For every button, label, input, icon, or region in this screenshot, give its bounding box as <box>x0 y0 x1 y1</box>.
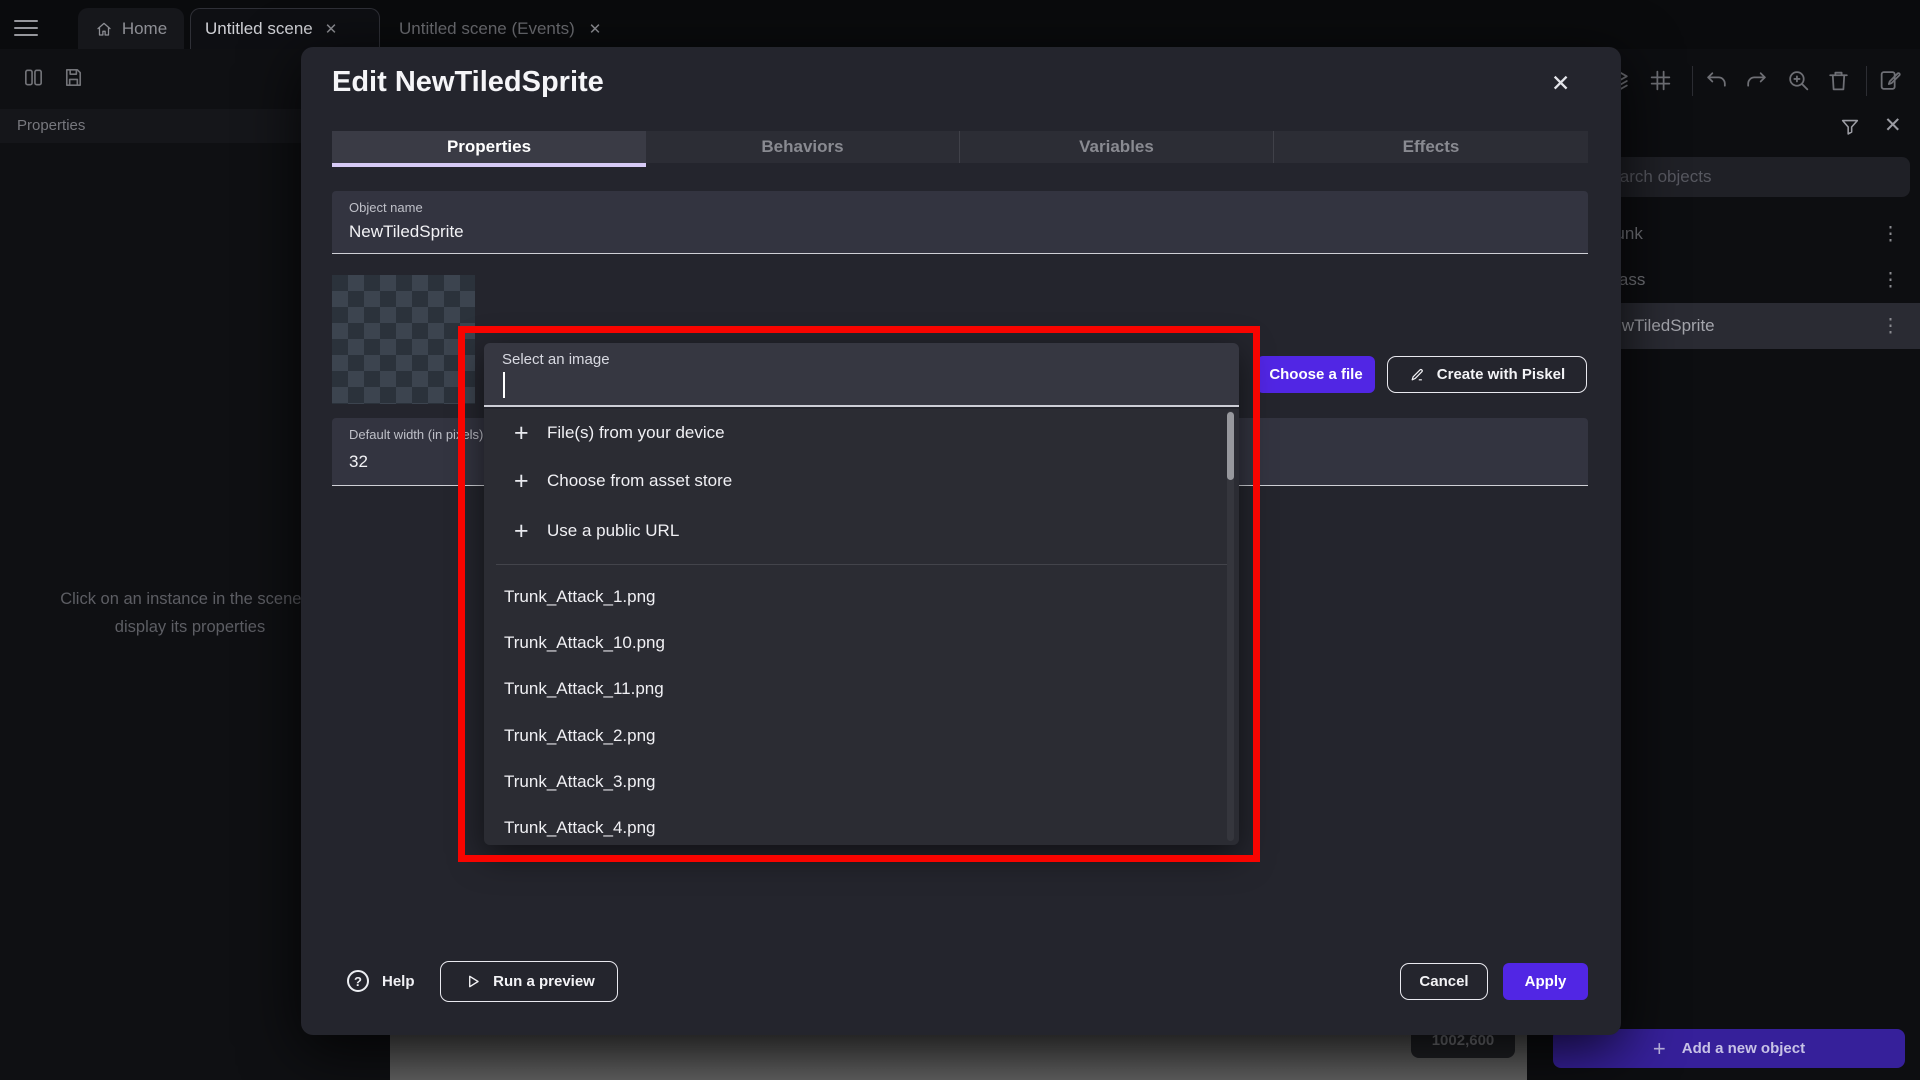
zoom-in-icon[interactable] <box>1786 68 1811 93</box>
file-option[interactable]: Trunk_Attack_11.png <box>504 670 1204 708</box>
text-caret <box>503 372 505 398</box>
dialog-tab-properties[interactable]: Properties <box>332 131 646 163</box>
sprite-thumbnail-placeholder <box>332 275 475 404</box>
tab-label: Untitled scene (Events) <box>399 19 575 39</box>
object-name-field[interactable]: Object name NewTiledSprite <box>332 191 1588 254</box>
tab-label: Variables <box>1079 137 1154 157</box>
kebab-menu-icon[interactable]: ⋮ <box>1881 269 1900 292</box>
file-option[interactable]: Trunk_Attack_3.png <box>504 763 1204 801</box>
close-icon[interactable]: ✕ <box>589 20 602 38</box>
apply-button[interactable]: Apply <box>1503 963 1588 1000</box>
tab-untitled-scene[interactable]: Untitled scene ✕ <box>190 8 380 49</box>
close-icon[interactable]: ✕ <box>325 20 338 38</box>
edit-scene-icon[interactable] <box>1878 68 1903 93</box>
grid-icon[interactable] <box>1648 68 1673 93</box>
menu-icon[interactable] <box>14 15 38 41</box>
create-with-piskel-button[interactable]: Create with Piskel <box>1387 356 1587 393</box>
tab-home-label: Home <box>122 19 167 39</box>
button-label: Cancel <box>1419 973 1468 990</box>
plus-icon: + <box>514 419 547 448</box>
file-name: Trunk_Attack_3.png <box>504 772 656 792</box>
field-value: 32 <box>349 452 368 472</box>
option-choose-from-asset-store[interactable]: + Choose from asset store <box>484 458 1224 504</box>
tab-untitled-scene-events[interactable]: Untitled scene (Events) ✕ <box>385 8 661 49</box>
question-glyph: ? <box>354 974 362 989</box>
option-label: Use a public URL <box>547 521 679 541</box>
button-label: Choose a file <box>1269 366 1362 383</box>
file-name: Trunk_Attack_11.png <box>504 679 664 699</box>
toolbar-divider <box>1692 66 1693 96</box>
tab-label: Effects <box>1403 137 1460 157</box>
plus-icon: + <box>514 517 547 546</box>
redo-icon[interactable] <box>1744 68 1769 93</box>
pencil-icon <box>1409 366 1426 383</box>
tab-label: Properties <box>447 137 531 157</box>
dialog-close-icon[interactable]: ✕ <box>1551 70 1570 97</box>
save-icon[interactable] <box>62 66 85 89</box>
file-option[interactable]: Trunk_Attack_4.png <box>504 809 1204 847</box>
help-icon[interactable]: ? <box>347 970 369 992</box>
plus-icon: + <box>514 467 547 496</box>
panels-layout-icon[interactable] <box>22 66 45 89</box>
tab-home[interactable]: Home <box>78 8 184 49</box>
file-name: Trunk_Attack_2.png <box>504 726 656 746</box>
field-label: Object name <box>349 200 423 215</box>
search-objects-input[interactable] <box>1583 157 1910 197</box>
file-name: Trunk_Attack_4.png <box>504 818 656 838</box>
button-label: Create with Piskel <box>1437 366 1565 383</box>
field-label: Default width (in pixels) <box>349 427 483 442</box>
undo-icon[interactable] <box>1704 68 1729 93</box>
button-label: Run a preview <box>493 973 595 990</box>
field-value: NewTiledSprite <box>349 222 464 242</box>
button-label: Apply <box>1525 973 1567 990</box>
choose-a-file-button[interactable]: Choose a file <box>1257 356 1375 393</box>
file-option[interactable]: Trunk_Attack_1.png <box>504 578 1204 616</box>
file-name: Trunk_Attack_1.png <box>504 587 656 607</box>
add-button-label: Add a new object <box>1682 1040 1805 1057</box>
plus-icon: + <box>1653 1036 1666 1062</box>
file-option[interactable]: Trunk_Attack_2.png <box>504 717 1204 755</box>
dropdown-divider <box>496 564 1227 565</box>
file-option[interactable]: Trunk_Attack_10.png <box>504 624 1204 662</box>
play-icon <box>463 972 482 991</box>
tab-label: Untitled scene <box>205 19 313 39</box>
dropdown-scrollbar-thumb[interactable] <box>1227 412 1234 480</box>
run-a-preview-button[interactable]: Run a preview <box>440 961 618 1002</box>
trash-icon[interactable] <box>1826 68 1851 93</box>
cancel-button[interactable]: Cancel <box>1400 963 1488 1000</box>
kebab-menu-icon[interactable]: ⋮ <box>1881 315 1900 338</box>
option-files-from-device[interactable]: + File(s) from your device <box>484 410 1224 456</box>
close-panel-icon[interactable]: ✕ <box>1884 113 1902 138</box>
tab-label: Behaviors <box>761 137 843 157</box>
dialog-tab-effects[interactable]: Effects <box>1274 131 1588 163</box>
option-use-public-url[interactable]: + Use a public URL <box>484 508 1224 554</box>
kebab-menu-icon[interactable]: ⋮ <box>1881 223 1900 246</box>
option-label: Choose from asset store <box>547 471 732 491</box>
option-label: File(s) from your device <box>547 423 725 443</box>
help-button[interactable]: Help <box>382 973 415 990</box>
dialog-title: Edit NewTiledSprite <box>332 66 604 99</box>
toolbar-divider <box>1866 66 1867 96</box>
home-icon <box>95 20 113 38</box>
dialog-tab-behaviors[interactable]: Behaviors <box>646 131 960 163</box>
dialog-tab-variables[interactable]: Variables <box>960 131 1274 163</box>
file-name: Trunk_Attack_10.png <box>504 633 665 653</box>
active-tab-underline <box>332 163 646 167</box>
select-image-label: Select an image <box>502 351 610 368</box>
gdevelop-app: Home Untitled scene ✕ Untitled scene (Ev… <box>0 0 1920 1080</box>
filter-icon[interactable] <box>1839 116 1861 138</box>
